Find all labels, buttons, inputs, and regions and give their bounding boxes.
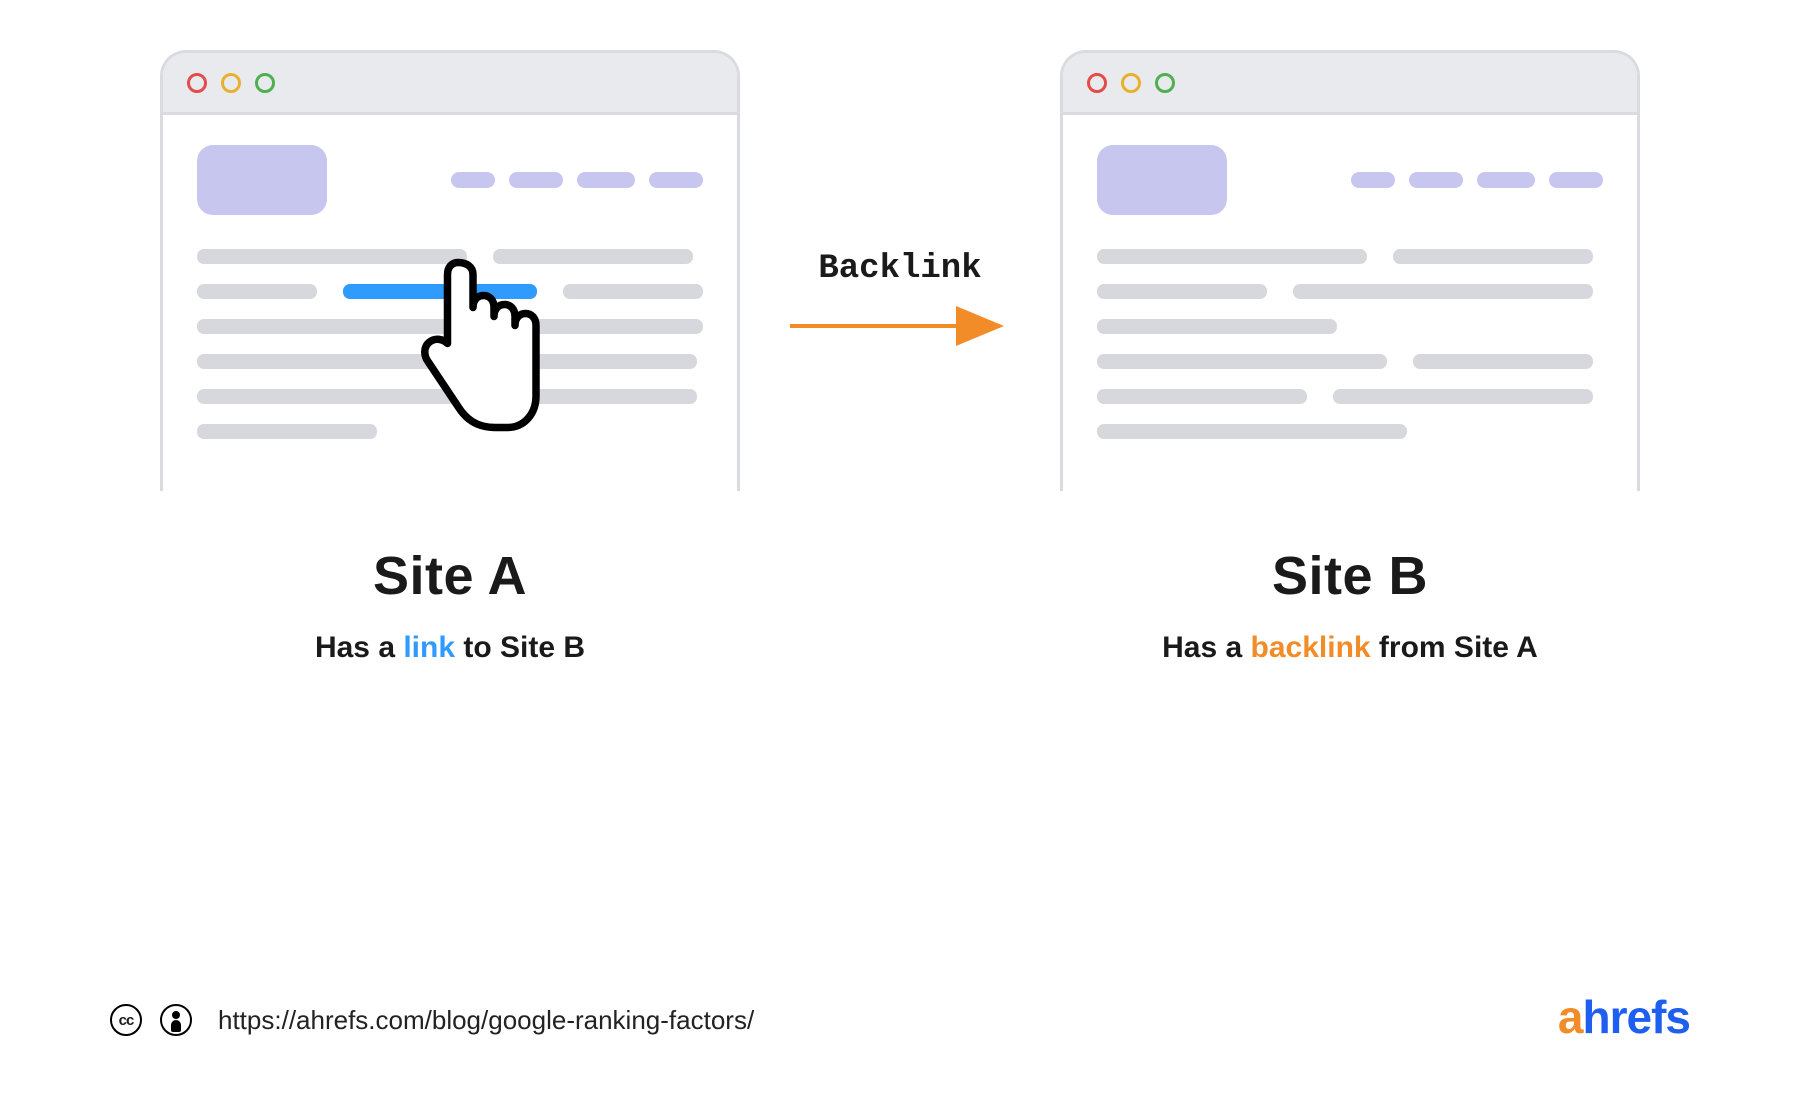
nav-item bbox=[1549, 172, 1603, 188]
diagram-stage: Site A Has a link to Site B Backlink bbox=[0, 50, 1800, 665]
hyperlink-line[interactable] bbox=[343, 284, 538, 299]
text-line bbox=[1413, 354, 1593, 369]
text-line bbox=[1097, 424, 1407, 439]
content-placeholder bbox=[197, 249, 703, 439]
arrow-icon bbox=[785, 306, 1015, 346]
brand-letter: a bbox=[1558, 991, 1583, 1043]
ahrefs-logo: ahrefs bbox=[1558, 990, 1690, 1044]
nav-item bbox=[509, 172, 563, 188]
page-body bbox=[163, 115, 737, 491]
browser-mock-b bbox=[1060, 50, 1640, 491]
nav-item bbox=[1351, 172, 1395, 188]
text-line bbox=[493, 249, 693, 264]
nav-placeholder bbox=[1351, 172, 1603, 188]
cc-license-icon: cc bbox=[110, 1004, 142, 1036]
maximize-icon bbox=[255, 73, 275, 93]
site-b-column: Site B Has a backlink from Site A bbox=[1060, 50, 1640, 665]
attribution-icon bbox=[160, 1004, 192, 1036]
window-titlebar bbox=[1063, 53, 1637, 115]
arrow-column: Backlink bbox=[780, 250, 1020, 346]
text-line bbox=[1293, 284, 1593, 299]
nav-item bbox=[451, 172, 495, 188]
text-line bbox=[1097, 284, 1267, 299]
source-url: https://ahrefs.com/blog/google-ranking-f… bbox=[218, 1005, 754, 1036]
text-line bbox=[197, 284, 317, 299]
text-line bbox=[1097, 319, 1337, 334]
minimize-icon bbox=[221, 73, 241, 93]
close-icon bbox=[1087, 73, 1107, 93]
nav-placeholder bbox=[451, 172, 703, 188]
text-line bbox=[197, 354, 697, 369]
logo-placeholder bbox=[197, 145, 327, 215]
caption-keyword: link bbox=[403, 631, 455, 664]
window-titlebar bbox=[163, 53, 737, 115]
caption-text: Has a bbox=[1162, 631, 1250, 664]
page-header bbox=[1097, 145, 1603, 215]
text-line bbox=[197, 249, 467, 264]
close-icon bbox=[187, 73, 207, 93]
site-b-title: Site B bbox=[1272, 545, 1428, 607]
logo-placeholder bbox=[1097, 145, 1227, 215]
text-line bbox=[1097, 389, 1307, 404]
nav-item bbox=[1409, 172, 1463, 188]
browser-mock-a bbox=[160, 50, 740, 491]
minimize-icon bbox=[1121, 73, 1141, 93]
site-a-caption: Has a link to Site B bbox=[315, 631, 585, 665]
nav-item bbox=[577, 172, 635, 188]
attribution-footer: cc https://ahrefs.com/blog/google-rankin… bbox=[110, 1004, 754, 1036]
text-line bbox=[1333, 389, 1593, 404]
site-a-column: Site A Has a link to Site B bbox=[160, 50, 740, 665]
text-line bbox=[197, 319, 477, 334]
maximize-icon bbox=[1155, 73, 1175, 93]
caption-text: Has a bbox=[315, 631, 403, 664]
text-line bbox=[563, 284, 703, 299]
caption-text: from Site A bbox=[1371, 631, 1538, 664]
arrow-label: Backlink bbox=[818, 250, 981, 288]
caption-keyword: backlink bbox=[1251, 631, 1371, 664]
site-b-caption: Has a backlink from Site A bbox=[1162, 631, 1538, 665]
caption-text: to Site B bbox=[455, 631, 585, 664]
page-body bbox=[1063, 115, 1637, 491]
text-line bbox=[197, 389, 697, 404]
text-line bbox=[197, 424, 377, 439]
content-placeholder bbox=[1097, 249, 1603, 439]
page-header bbox=[197, 145, 703, 215]
text-line bbox=[1097, 249, 1367, 264]
text-line bbox=[1393, 249, 1593, 264]
site-a-title: Site A bbox=[373, 545, 527, 607]
nav-item bbox=[1477, 172, 1535, 188]
text-line bbox=[503, 319, 703, 334]
text-line bbox=[1097, 354, 1387, 369]
nav-item bbox=[649, 172, 703, 188]
brand-rest: hrefs bbox=[1583, 991, 1690, 1043]
